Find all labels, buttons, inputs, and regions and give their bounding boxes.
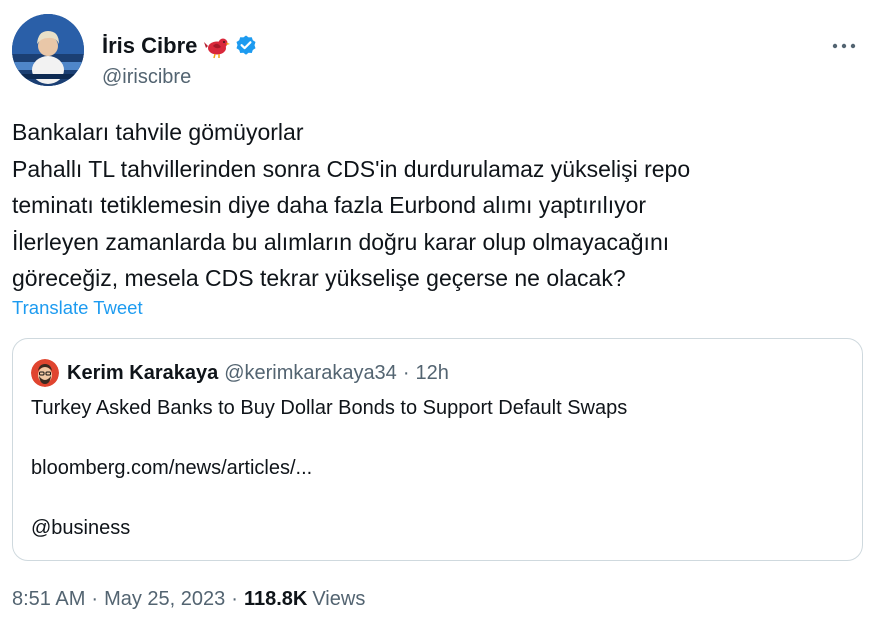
tweet-line: Bankaları tahvile gömüyorlar [12,119,304,145]
quoted-tweet-body: Turkey Asked Banks to Buy Dollar Bonds t… [31,393,627,543]
tweet-meta: 8:51 AM · May 25, 2023 · 118.8K Views [12,588,365,611]
more-options-button[interactable] [827,34,861,58]
more-horizontal-icon [832,43,856,49]
tweet-header: İris Cibre @iriscibre [12,14,867,88]
author-handle[interactable]: @iriscibre [102,66,191,89]
quoted-author-handle: @kerimkarakaya34 [224,361,397,384]
separator-dot: · [91,588,99,610]
tweet-line: göreceğiz, mesela CDS tekrar yükselişe g… [12,265,626,291]
quoted-headline: Turkey Asked Banks to Buy Dollar Bonds t… [31,397,628,419]
translate-tweet-link[interactable]: Translate Tweet [12,297,143,319]
quoted-mention: @business [31,517,131,539]
views-label[interactable]: Views [312,588,365,611]
tweet-line: İlerleyen zamanlarda bu alımların doğru … [12,228,670,255]
author-name[interactable]: İris Cibre [102,33,197,59]
red-bird-emoji-icon [204,33,231,59]
tweet-text: Bankaları tahvile gömüyorlar Pahallı TL … [12,114,862,297]
separator-dot: · [402,361,410,384]
separator-dot: · [231,588,238,610]
views-count[interactable]: 118.8K [244,588,307,611]
quoted-author-name: Kerim Karakaya [67,361,219,384]
quoted-author-avatar[interactable] [31,359,59,387]
author-name-row: İris Cibre [102,32,258,60]
author-avatar[interactable] [12,14,84,86]
quoted-tweet-card[interactable]: Kerim Karakaya @kerimkarakaya34 · 12h Tu… [12,338,863,561]
quoted-tweet-time: 12h [415,361,449,384]
tweet-line: teminatı tetiklemesin diye daha fazla Eu… [12,192,647,218]
quoted-tweet-header: Kerim Karakaya @kerimkarakaya34 · 12h [31,359,449,387]
tweet-date[interactable]: May 25, 2023 [104,588,225,611]
verified-badge-icon[interactable] [234,34,258,58]
tweet-line: Pahallı TL tahvillerinden sonra CDS'in d… [12,155,691,182]
quoted-link: bloomberg.com/news/articles/... [31,457,313,479]
tweet-time[interactable]: 8:51 AM [12,588,85,611]
